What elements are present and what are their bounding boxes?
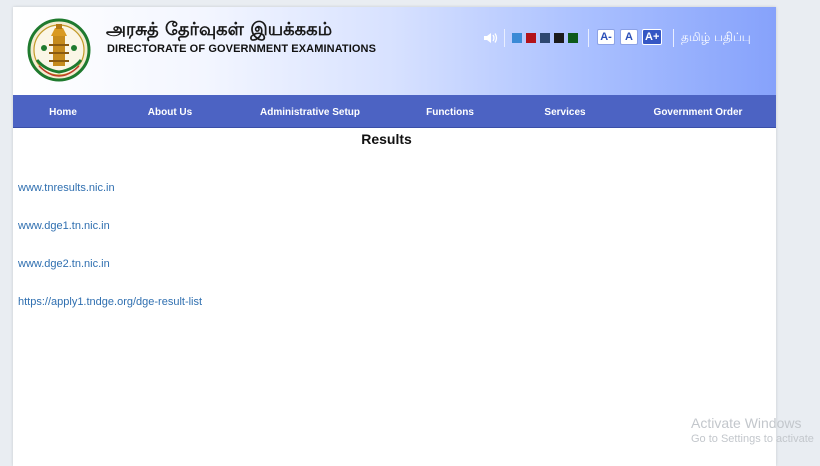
result-link-tnresults[interactable]: www.tnresults.nic.in xyxy=(18,182,115,194)
divider xyxy=(588,29,589,47)
tamil-version-link[interactable]: தமிழ் பதிப்பு xyxy=(681,30,751,46)
nav-item-about-us[interactable]: About Us xyxy=(148,95,192,127)
theme-color-blue[interactable] xyxy=(512,33,522,43)
nav-item-services[interactable]: Services xyxy=(544,95,585,127)
speaker-icon[interactable] xyxy=(483,31,499,45)
theme-color-navy[interactable] xyxy=(540,33,550,43)
nav-item-government-order[interactable]: Government Order xyxy=(654,95,743,127)
divider xyxy=(504,29,505,47)
divider xyxy=(673,29,674,47)
activation-watermark-subtitle: Go to Settings to activate xyxy=(691,433,814,445)
main-navigation: Home About Us Administrative Setup Funct… xyxy=(13,95,776,128)
site-title-tamil: அரசுத் தேர்வுகள் இயக்ககம் xyxy=(106,19,333,40)
site-title-english: DIRECTORATE OF GOVERNMENT EXAMINATIONS xyxy=(107,43,377,55)
result-link-dge2[interactable]: www.dge2.tn.nic.in xyxy=(18,258,110,270)
result-link-apply1[interactable]: https://apply1.tndge.org/dge-result-list xyxy=(18,296,202,308)
activation-watermark-title: Activate Windows xyxy=(691,415,802,431)
theme-color-red[interactable] xyxy=(526,33,536,43)
nav-item-functions[interactable]: Functions xyxy=(426,95,474,127)
result-link-dge1[interactable]: www.dge1.tn.nic.in xyxy=(18,220,110,232)
tamil-nadu-emblem-icon[interactable] xyxy=(27,16,91,86)
page-container: அரசுத் தேர்வுகள் இயக்ககம் DIRECTORATE OF… xyxy=(13,7,776,466)
nav-item-administrative-setup[interactable]: Administrative Setup xyxy=(260,95,360,127)
font-normal-button[interactable]: A xyxy=(620,29,638,45)
site-header: அரசுத் தேர்வுகள் இயக்ககம் DIRECTORATE OF… xyxy=(13,7,776,95)
nav-item-home[interactable]: Home xyxy=(49,95,77,127)
font-decrease-button[interactable]: A- xyxy=(597,29,615,45)
font-increase-button[interactable]: A+ xyxy=(642,29,663,45)
theme-color-black[interactable] xyxy=(554,33,564,43)
page-title: Results xyxy=(361,131,412,147)
theme-color-green[interactable] xyxy=(568,33,578,43)
